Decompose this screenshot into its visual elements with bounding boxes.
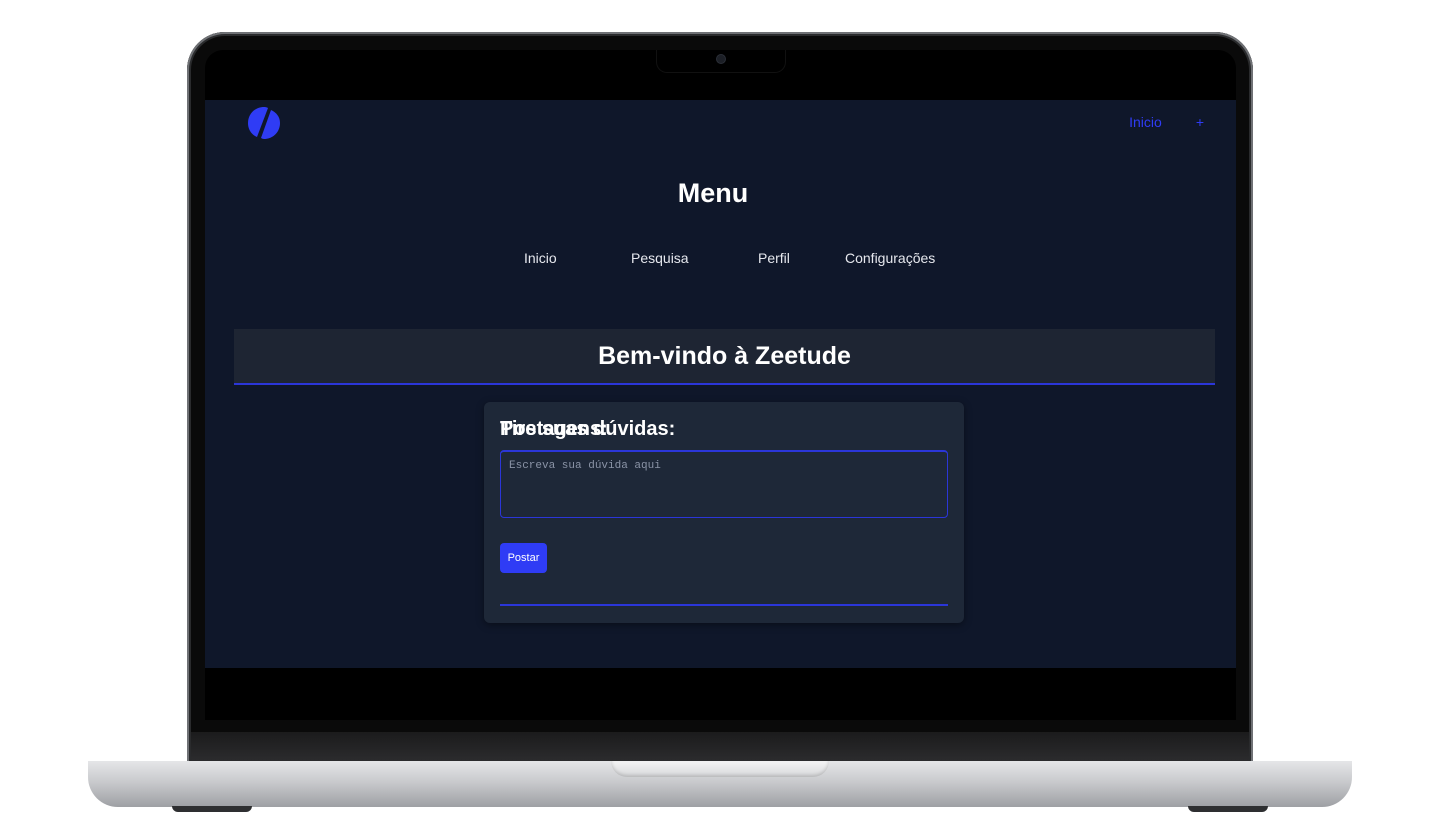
zeetude-logo-icon[interactable] <box>247 106 281 140</box>
main-nav: Inicio Pesquisa Perfil Configurações <box>205 250 1236 270</box>
app-viewport: Inicio + Menu Inicio Pesquisa Perfil Con… <box>205 100 1236 668</box>
posts-divider <box>500 604 948 606</box>
laptop-base-notch <box>611 761 829 777</box>
nav-item-inicio[interactable]: Inicio <box>524 250 557 266</box>
laptop-hinge <box>191 732 1249 762</box>
nav-item-configuracoes[interactable]: Configurações <box>845 250 935 266</box>
welcome-title: Bem-vindo à Zeetude <box>598 341 851 370</box>
camera-notch <box>657 50 785 72</box>
top-nav: Inicio + <box>1129 114 1204 130</box>
laptop-foot-right <box>1188 806 1268 812</box>
menu-title: Menu <box>677 178 749 208</box>
question-input[interactable] <box>500 450 948 518</box>
laptop-foot-left <box>172 806 252 812</box>
welcome-banner: Bem-vindo à Zeetude <box>234 329 1215 385</box>
posts-title: Postagens: <box>500 418 608 440</box>
top-bar: Inicio + <box>205 100 1236 150</box>
camera-icon <box>717 55 725 63</box>
laptop-screen: Inicio + Menu Inicio Pesquisa Perfil Con… <box>205 50 1236 720</box>
laptop-base <box>88 761 1352 807</box>
nav-item-perfil[interactable]: Perfil <box>758 250 790 266</box>
top-nav-add-link[interactable]: + <box>1196 114 1204 130</box>
top-nav-home-link[interactable]: Inicio <box>1129 114 1162 130</box>
post-button[interactable]: Postar <box>500 543 547 573</box>
nav-item-pesquisa[interactable]: Pesquisa <box>631 250 689 266</box>
question-card: Tire suas dúvidas: Postar Postagens: <box>484 402 964 623</box>
